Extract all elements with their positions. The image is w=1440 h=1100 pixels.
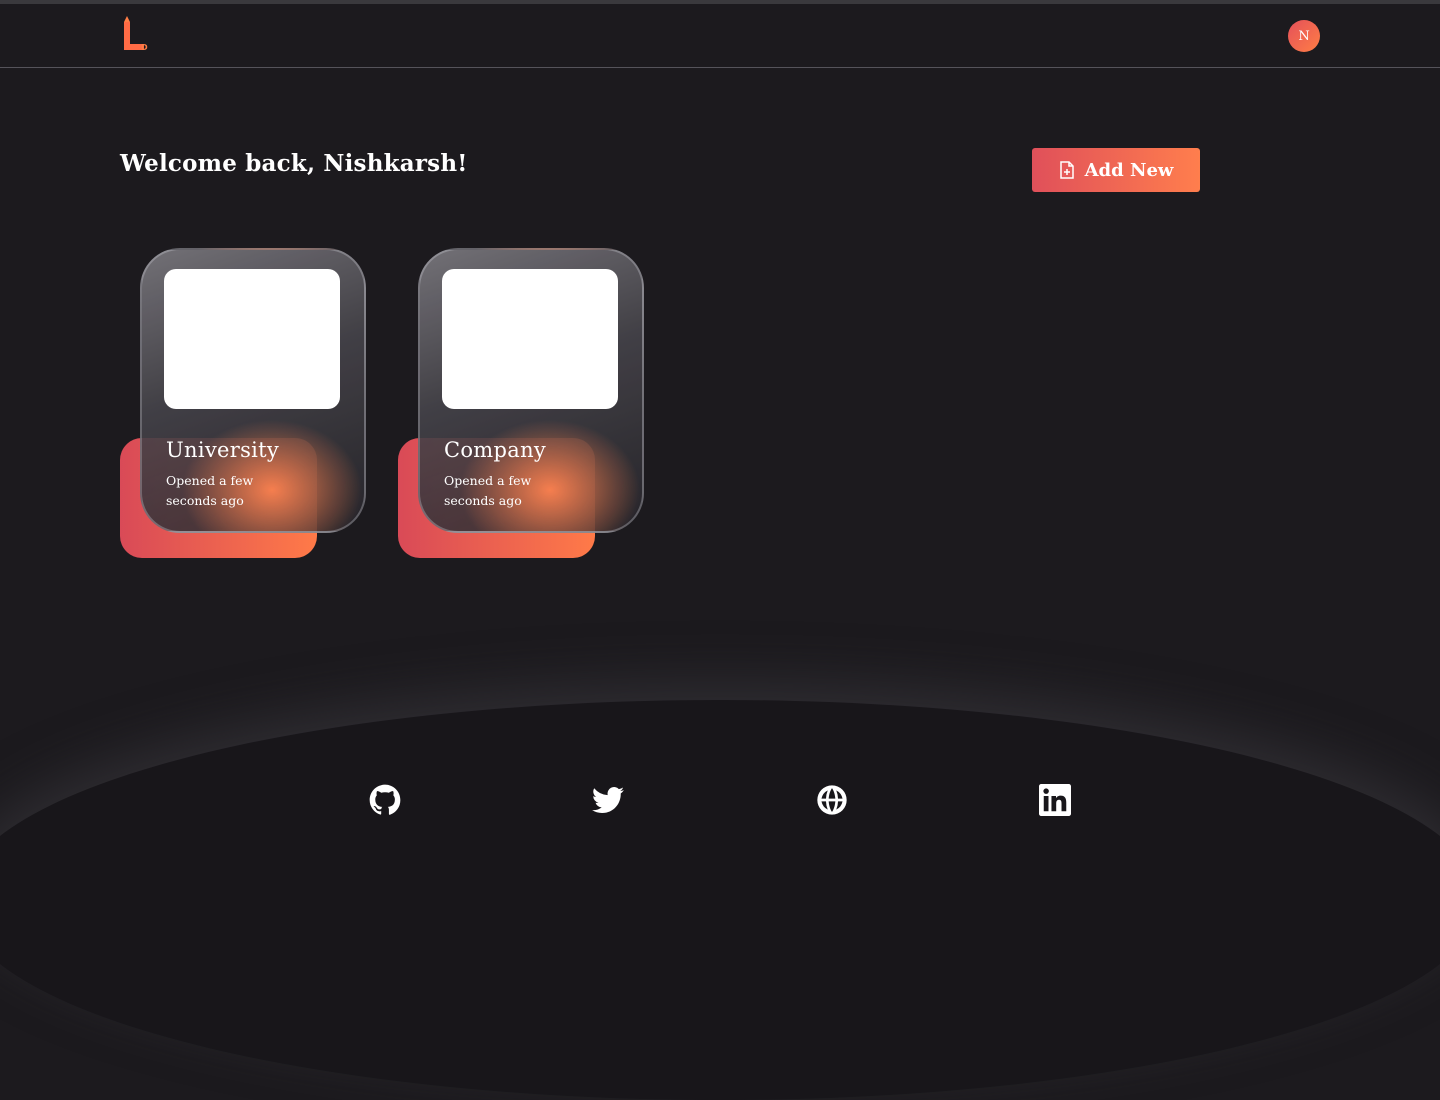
- document-thumbnail: [442, 269, 618, 409]
- document-card-company[interactable]: Company Opened a few seconds ago: [418, 248, 644, 533]
- welcome-heading: Welcome back, Nishkarsh!: [120, 150, 468, 177]
- document-card-wrapper: Company Opened a few seconds ago: [396, 248, 646, 560]
- logo-letter: D: [141, 43, 148, 52]
- document-card-wrapper: University Opened a few seconds ago: [118, 248, 368, 560]
- document-thumbnail: [164, 269, 340, 409]
- user-avatar[interactable]: N: [1288, 20, 1320, 52]
- globe-icon: [817, 785, 847, 815]
- document-last-opened: Opened a few seconds ago: [166, 473, 254, 508]
- document-last-opened: Opened a few seconds ago: [444, 473, 532, 508]
- app-logo[interactable]: D: [118, 16, 150, 56]
- github-icon: [369, 784, 401, 815]
- github-link[interactable]: [369, 784, 401, 816]
- navbar: D N: [0, 4, 1440, 68]
- document-title: University: [166, 438, 280, 462]
- file-plus-icon: [1059, 161, 1074, 179]
- linkedin-link[interactable]: [1039, 784, 1071, 816]
- document-card-university[interactable]: University Opened a few seconds ago: [140, 248, 366, 533]
- twitter-link[interactable]: [592, 784, 624, 816]
- twitter-icon: [592, 787, 624, 813]
- document-title: Company: [444, 438, 547, 462]
- avatar-initial: N: [1298, 28, 1310, 44]
- website-link[interactable]: [816, 784, 848, 816]
- linkedin-icon: [1039, 784, 1071, 816]
- footer: [0, 700, 1440, 1100]
- add-new-label: Add New: [1084, 159, 1174, 181]
- add-new-button[interactable]: Add New: [1032, 148, 1200, 192]
